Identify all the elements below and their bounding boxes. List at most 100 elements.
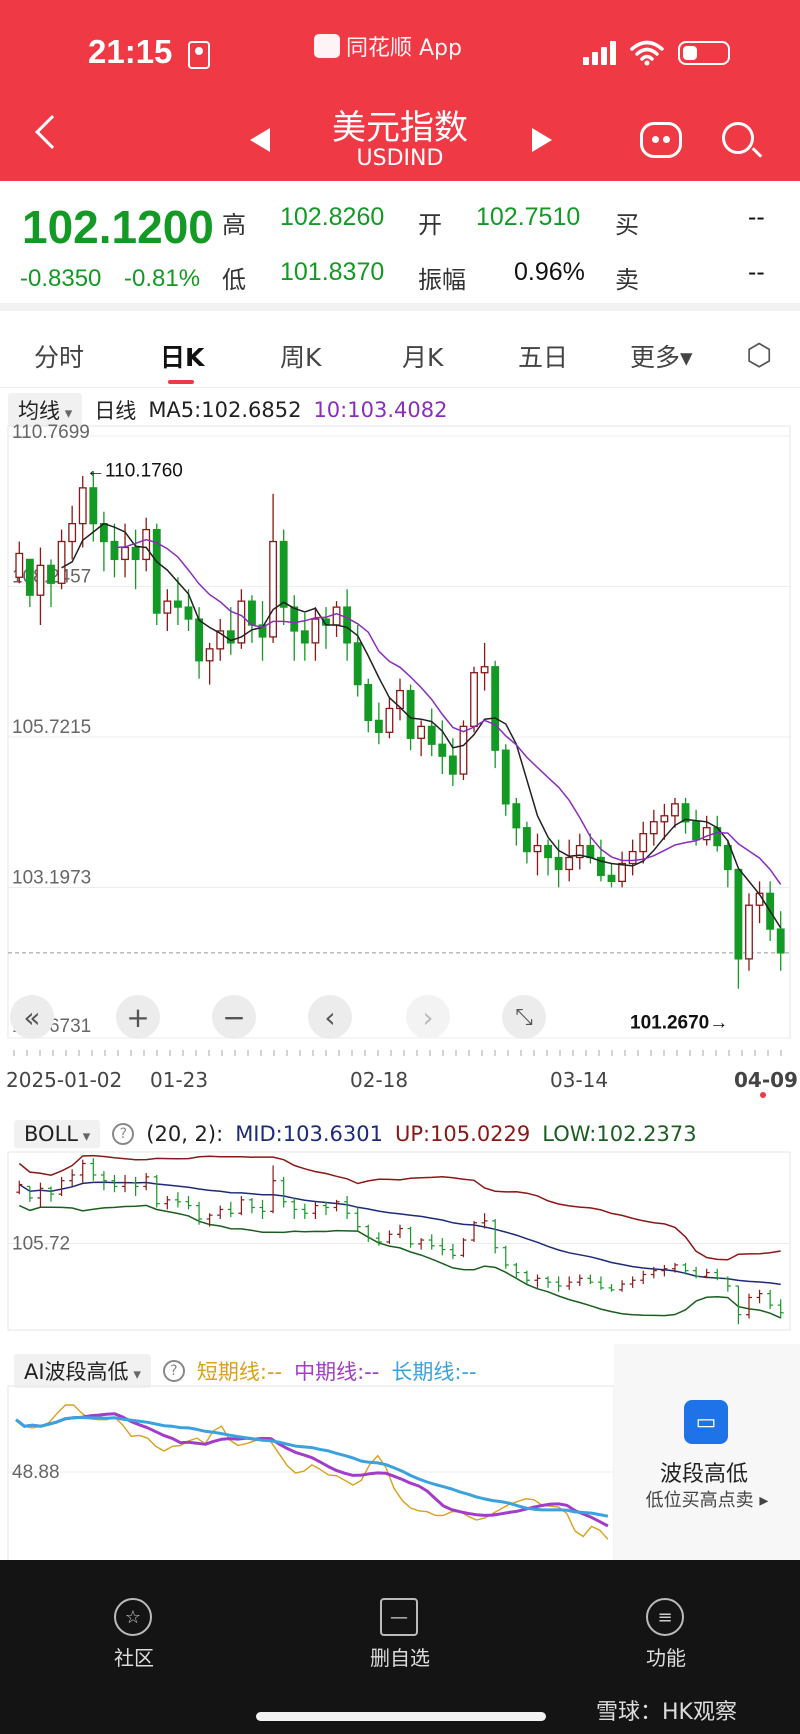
candle-body bbox=[248, 600, 256, 626]
x-label: 04-09 bbox=[734, 1068, 798, 1092]
nav-community[interactable]: 社区 bbox=[114, 1642, 154, 1671]
candle-body bbox=[480, 666, 489, 674]
amplitude-label: 振幅 bbox=[418, 266, 466, 294]
search-icon[interactable] bbox=[722, 122, 754, 154]
candle-body bbox=[290, 606, 299, 632]
kline-chart[interactable]: 110.7699108.2457105.7215103.1973100.6731… bbox=[0, 420, 800, 1068]
signal-icon bbox=[583, 41, 616, 65]
person-icon bbox=[188, 41, 210, 69]
prev-icon[interactable]: ‹ bbox=[308, 995, 352, 1039]
y-axis-label: 110.7699 bbox=[12, 422, 90, 443]
candle-body bbox=[110, 540, 119, 561]
candle-body bbox=[459, 725, 468, 775]
robot-assistant-icon[interactable] bbox=[640, 122, 682, 158]
zoom-in-icon[interactable]: + bbox=[116, 995, 160, 1039]
tab-monthly-k[interactable]: 月K bbox=[402, 338, 443, 374]
candle-body bbox=[639, 833, 648, 853]
boll-up-line bbox=[18, 1154, 781, 1261]
candle-body bbox=[364, 683, 373, 722]
low-value: 101.8370 bbox=[280, 258, 385, 286]
ma10-line bbox=[114, 538, 782, 885]
ai-wave-chart[interactable]: 48.88 bbox=[0, 1382, 614, 1566]
tab-more[interactable]: 更多▾ bbox=[630, 338, 693, 374]
status-app-label: 同花顺 App bbox=[346, 36, 462, 61]
tab-intraday[interactable]: 分时 bbox=[34, 338, 84, 374]
price-change-pct: -0.81% bbox=[124, 265, 201, 292]
ai-mid-line bbox=[15, 1412, 609, 1528]
candle-body bbox=[311, 618, 320, 644]
max-annotation: ←110.1760 bbox=[86, 460, 183, 481]
candle-body bbox=[649, 821, 658, 835]
candle-body bbox=[438, 743, 447, 757]
candle-body bbox=[89, 487, 98, 525]
x-label: 01-23 bbox=[150, 1068, 209, 1092]
chart-frame bbox=[7, 425, 791, 1039]
min-annotation: 101.2670→ bbox=[630, 1013, 728, 1034]
fullscreen-icon[interactable]: ⤡ bbox=[502, 995, 546, 1039]
boll-low-line bbox=[18, 1204, 782, 1319]
sell-label: 卖 bbox=[615, 266, 639, 294]
star-icon[interactable]: ☆ bbox=[114, 1598, 152, 1636]
candle-body bbox=[36, 564, 45, 596]
amplitude-value: 0.96% bbox=[514, 258, 585, 286]
boll-chart[interactable]: 105.72 bbox=[0, 1148, 800, 1334]
help-icon[interactable]: ? bbox=[112, 1123, 135, 1145]
candle-body bbox=[448, 755, 457, 775]
boll-low: LOW:102.2373 bbox=[542, 1122, 697, 1146]
candle-body bbox=[163, 600, 172, 614]
wave-card[interactable] bbox=[614, 1344, 800, 1566]
candle-body bbox=[586, 844, 595, 859]
menu-icon[interactable]: ≡ bbox=[646, 1598, 684, 1636]
tab-daily-k[interactable]: 日K bbox=[160, 338, 204, 374]
nav-functions[interactable]: 功能 bbox=[646, 1642, 686, 1671]
page-subtitle: USDIND bbox=[356, 146, 444, 171]
candle-body bbox=[205, 648, 214, 662]
x-label: 2025-01-02 bbox=[6, 1068, 123, 1092]
back-icon[interactable] bbox=[35, 115, 69, 149]
tab-weekly-k[interactable]: 周K bbox=[280, 338, 321, 374]
minus-icon[interactable]: — bbox=[380, 1598, 418, 1636]
status-app: 同花顺 App bbox=[314, 30, 462, 62]
candle-body bbox=[142, 528, 151, 561]
sell-value: -- bbox=[748, 258, 765, 286]
ma10-value: 10:103.4082 bbox=[313, 398, 448, 422]
boll-params: (20, 2): bbox=[146, 1122, 224, 1146]
candle-body bbox=[417, 725, 426, 739]
candle-body bbox=[565, 856, 574, 871]
high-label: 高 bbox=[222, 211, 246, 239]
candle-body bbox=[374, 719, 383, 733]
high-value: 102.8260 bbox=[280, 203, 385, 231]
candle-body bbox=[512, 803, 521, 829]
scroll-left-icon[interactable]: « bbox=[10, 995, 54, 1039]
candle-body bbox=[15, 552, 24, 578]
help-icon[interactable]: ? bbox=[162, 1360, 185, 1382]
y-axis-label: 105.72 bbox=[12, 1233, 70, 1254]
candle-body bbox=[184, 606, 193, 620]
y-axis-label: 103.1973 bbox=[12, 868, 91, 889]
candle-body bbox=[554, 856, 563, 871]
candle-body bbox=[628, 850, 637, 865]
candle-body bbox=[57, 540, 66, 584]
settings-hex-icon[interactable]: ⬡ bbox=[746, 338, 772, 373]
boll-mid: MID:103.6301 bbox=[235, 1122, 383, 1146]
candle-body bbox=[121, 546, 129, 561]
home-indicator[interactable] bbox=[256, 1712, 546, 1721]
candle-body bbox=[522, 827, 531, 853]
zoom-out-icon[interactable]: − bbox=[212, 995, 256, 1039]
active-tab-indicator bbox=[168, 380, 194, 384]
next-icon[interactable]: › bbox=[406, 995, 450, 1039]
candle-body bbox=[618, 862, 627, 883]
candle-body bbox=[723, 844, 732, 871]
nav-remove-watch[interactable]: 删自选 bbox=[370, 1642, 430, 1671]
boll-up: UP:105.0229 bbox=[394, 1122, 531, 1146]
prev-instrument-icon[interactable] bbox=[250, 128, 270, 152]
low-label: 低 bbox=[222, 266, 246, 294]
tab-five-day[interactable]: 五日 bbox=[518, 338, 568, 374]
page-title: 美元指数 bbox=[332, 108, 468, 148]
boll-selector[interactable]: BOLL bbox=[14, 1120, 101, 1148]
candle-body bbox=[47, 564, 55, 584]
next-instrument-icon[interactable] bbox=[532, 128, 552, 152]
ma5-value: MA5:102.6852 bbox=[148, 398, 302, 422]
candle-body bbox=[25, 558, 34, 596]
y-axis-label: 48.88 bbox=[12, 1462, 60, 1483]
